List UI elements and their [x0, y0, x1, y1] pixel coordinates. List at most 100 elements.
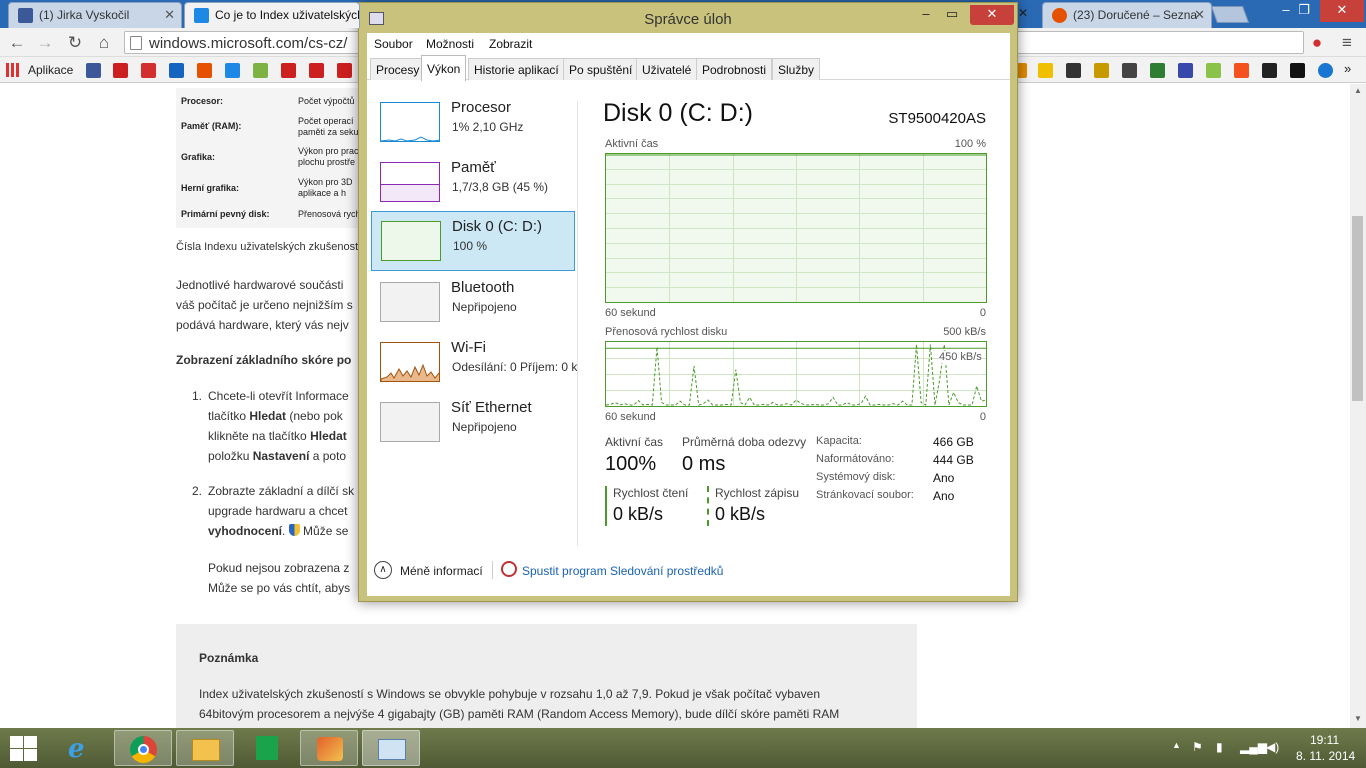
menu-view[interactable]: Zobrazit — [489, 37, 532, 51]
store-icon[interactable] — [238, 730, 296, 766]
resource-disk[interactable]: Disk 0 (C: D:) 100 % — [371, 211, 575, 271]
network-icon[interactable]: ▂▄▆ — [1240, 740, 1267, 754]
menu-icon[interactable]: ≡ — [1336, 32, 1358, 54]
bookmark-icon[interactable] — [197, 63, 212, 78]
tab-processes[interactable]: Procesy — [370, 58, 426, 80]
file-explorer-icon[interactable] — [176, 730, 234, 766]
volume-icon[interactable]: ◀) — [1266, 740, 1279, 754]
close-icon[interactable]: ✕ — [1194, 7, 1205, 23]
resource-name: Wi-Fi — [451, 339, 486, 356]
bookmark-icon[interactable] — [1290, 63, 1305, 78]
scroll-up-icon[interactable]: ▲ — [1354, 86, 1362, 95]
apps-label[interactable]: Aplikace — [28, 63, 73, 77]
step-text: upgrade hardwaru a chcet — [208, 504, 348, 518]
maximize-button[interactable]: ▭ — [941, 5, 963, 25]
chevron-up-icon[interactable]: ∧ — [374, 561, 392, 579]
clock-time[interactable]: 19:11 — [1310, 733, 1339, 747]
browser-tab-index[interactable]: Co je to Index uživatelských — [184, 2, 360, 28]
tab-performance[interactable]: Výkon — [421, 55, 467, 81]
resource-memory[interactable]: Paměť 1,7/3,8 GB (45 %) — [371, 153, 575, 211]
reload-icon[interactable]: ↻ — [64, 32, 86, 54]
minimize-button[interactable]: – — [915, 5, 937, 25]
table-value: Počet výpočtů — [298, 96, 355, 106]
paragraph-text: Jednotlivé hardwarové součásti — [176, 278, 344, 292]
browser-tab-seznam[interactable]: (23) Doručené – Sezna ✕ — [1042, 2, 1212, 28]
bookmark-icon[interactable] — [1066, 63, 1081, 78]
flag-icon[interactable]: ⚑ — [1192, 740, 1203, 754]
battery-icon[interactable]: ▮ — [1216, 740, 1223, 754]
menu-options[interactable]: Možnosti — [426, 37, 474, 51]
open-resource-monitor-link[interactable]: Spustit program Sledování prostředků — [522, 564, 723, 578]
info-label: Kapacita: — [816, 435, 862, 447]
info-value: Ano — [933, 489, 955, 503]
internet-explorer-icon[interactable]: e — [54, 730, 112, 766]
maximize-button[interactable]: ❐ — [1288, 0, 1320, 22]
resource-name: Procesor — [451, 99, 512, 116]
close-icon[interactable]: ✕ — [164, 7, 175, 23]
bookmark-icon[interactable] — [1178, 63, 1193, 78]
resource-cpu[interactable]: Procesor 1% 2,10 GHz — [371, 93, 575, 151]
youtube-bookmark-icon[interactable] — [337, 63, 352, 78]
bookmark-icon[interactable] — [1234, 63, 1249, 78]
tab-startup[interactable]: Po spuštění — [563, 58, 639, 80]
dropbox-bookmark-icon[interactable] — [225, 63, 240, 78]
youtube-bookmark-icon[interactable] — [309, 63, 324, 78]
resource-bluetooth[interactable]: Bluetooth Nepřipojeno — [371, 273, 575, 331]
bookmark-icon[interactable] — [1038, 63, 1053, 78]
task-manager-icon[interactable] — [362, 730, 420, 766]
resource-sub: Odesílání: 0 Příjem: 0 kb — [452, 360, 577, 374]
close-icon[interactable]: ✕ — [1018, 6, 1028, 20]
apps-icon[interactable] — [6, 63, 20, 77]
panel-divider[interactable] — [577, 101, 578, 546]
paragraph-text: Pokud nejsou zobrazena z — [208, 561, 350, 575]
bookmark-icon[interactable] — [1150, 63, 1165, 78]
close-window-button[interactable]: ✕ — [1320, 0, 1364, 22]
more-bookmarks-icon[interactable]: » — [1344, 61, 1351, 76]
facebook-bookmark-icon[interactable] — [86, 63, 101, 78]
youtube-bookmark-icon[interactable] — [281, 63, 296, 78]
bookmark-icon[interactable] — [1094, 63, 1109, 78]
fewer-details-button[interactable]: Méně informací — [400, 564, 483, 578]
bookmark-icon[interactable] — [1318, 63, 1333, 78]
app-icon[interactable] — [300, 730, 358, 766]
bookmark-icon[interactable] — [169, 63, 184, 78]
resource-name: Síť Ethernet — [451, 399, 532, 416]
clock-date[interactable]: 8. 11. 2014 — [1296, 749, 1355, 763]
tab-users[interactable]: Uživatelé — [636, 58, 698, 80]
close-button[interactable]: ✕ — [970, 5, 1014, 25]
table-value: Přenosová rych — [298, 209, 361, 219]
resource-wifi[interactable]: Wi-Fi Odesílání: 0 Příjem: 0 kb — [371, 333, 577, 391]
time-axis-left: 60 sekund — [605, 307, 656, 319]
read-legend-line — [605, 486, 607, 526]
time-axis-right: 0 — [979, 411, 986, 423]
scroll-down-icon[interactable]: ▼ — [1354, 714, 1362, 723]
resource-sub: Nepřipojeno — [452, 300, 517, 314]
back-icon[interactable]: ← — [6, 32, 28, 54]
scrollbar-thumb[interactable] — [1352, 216, 1363, 401]
forward-icon[interactable]: → — [34, 32, 56, 54]
tab-details[interactable]: Podrobnosti — [696, 58, 773, 80]
adblock-icon[interactable]: ● — [1306, 32, 1328, 54]
info-value: 466 GB — [933, 435, 974, 449]
disk-model: ST9500420AS — [888, 110, 986, 127]
bookmark-icon[interactable] — [1122, 63, 1137, 78]
menu-file[interactable]: Soubor — [374, 37, 413, 51]
stat-response-value: 0 ms — [682, 453, 726, 475]
bookmark-icon[interactable] — [1262, 63, 1277, 78]
resource-monitor-icon — [501, 561, 517, 577]
bookmark-icon[interactable] — [1206, 63, 1221, 78]
tab-services[interactable]: Služby — [772, 58, 821, 80]
tab-app-history[interactable]: Historie aplikací — [468, 58, 565, 80]
bookmark-icon[interactable] — [253, 63, 268, 78]
youtube-bookmark-icon[interactable] — [113, 63, 128, 78]
chrome-icon[interactable] — [114, 730, 172, 766]
windows-start-icon[interactable] — [10, 736, 38, 762]
home-icon[interactable]: ⌂ — [93, 32, 115, 54]
note-title: Poznámka — [199, 651, 259, 665]
bookmark-icon[interactable] — [141, 63, 156, 78]
page-scrollbar[interactable]: ▲ ▼ — [1350, 84, 1366, 728]
tray-expand-icon[interactable]: ▲ — [1172, 740, 1181, 750]
new-tab-button[interactable] — [1210, 6, 1250, 23]
browser-tab-facebook[interactable]: (1) Jirka Vyskočil ✕ — [8, 2, 182, 28]
resource-ethernet[interactable]: Síť Ethernet Nepřipojeno — [371, 393, 575, 451]
